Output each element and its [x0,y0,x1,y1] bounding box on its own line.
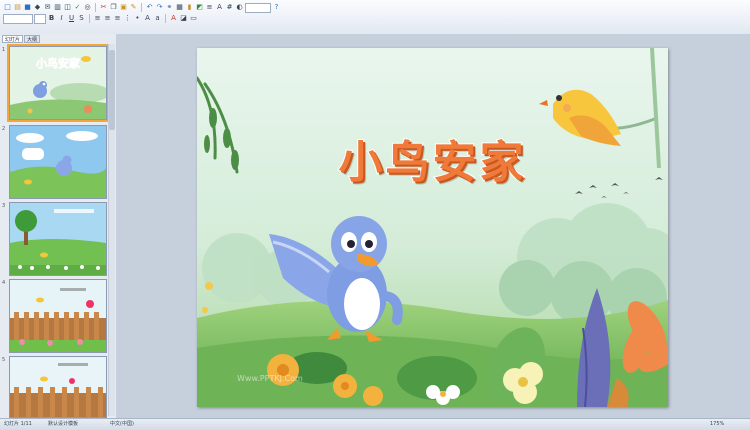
slide-1-title: 小鸟安家 [35,56,81,70]
show-formatting-icon[interactable]: A [215,3,224,12]
slide-editor: 小鸟安家 Www.PPTKJ.Com [116,34,750,418]
slide-thumbnail-image[interactable] [9,356,107,418]
slides-pane: 幻灯片 大纲 1 小鸟安家 2 3 4 5 [0,34,117,418]
open-icon[interactable]: ▤ [13,3,22,12]
slide-4-preview [10,280,106,352]
format-painter-icon[interactable]: ✎ [129,3,138,12]
research-icon[interactable]: ◎ [83,3,92,12]
font-select[interactable] [3,13,33,24]
toolbar: □ ▤ ■ ◆ ✉ ▥ ◫ ✓ ◎ ✂ ❐ ▣ ✎ ↶ ↷ ⚭ ▦ ▮ ◩ ≡ … [0,0,750,35]
slide-thumbnail-image[interactable] [9,202,107,276]
new-slide-icon[interactable]: ▭ [189,14,198,23]
slide-thumbnail-image[interactable] [9,125,107,199]
decrease-font-icon[interactable]: a [153,14,162,23]
language-indicator: 中文(中国) [110,421,134,427]
pane-tabs: 幻灯片 大纲 [2,35,41,43]
undo-icon[interactable]: ↶ [145,3,154,12]
toolbar-separator [141,3,142,12]
expand-icon[interactable]: ≡ [205,3,214,12]
new-icon[interactable]: □ [3,3,12,12]
print-icon[interactable]: ▥ [53,3,62,12]
increase-font-icon[interactable]: A [143,14,152,23]
zoom-select[interactable] [245,2,271,13]
spell-icon[interactable]: ✓ [73,3,82,12]
align-left-icon[interactable]: ≡ [93,14,102,23]
slide-1-preview: 小鸟安家 [10,47,106,119]
slide-illustration [197,48,668,407]
chart-icon[interactable]: ▮ [185,3,194,12]
zoom-level[interactable]: 175% [710,419,724,430]
insert-icon[interactable]: ◩ [195,3,204,12]
slide-number: 5 [2,357,6,363]
design-icon[interactable]: ◪ [179,14,188,23]
align-center-icon[interactable]: ≡ [103,14,112,23]
slide-number: 4 [2,280,6,286]
cut-icon[interactable]: ✂ [99,3,108,12]
slide-thumbnail-image[interactable] [9,279,107,353]
slide-title[interactable]: 小鸟安家 [197,126,668,190]
tab-slides[interactable]: 幻灯片 [2,35,24,43]
email-icon[interactable]: ✉ [43,3,52,12]
slide-number: 1 [2,47,6,53]
preview-icon[interactable]: ◫ [63,3,72,12]
color-grayscale-icon[interactable]: ◐ [235,3,244,12]
hyperlink-icon[interactable]: ⚭ [165,3,174,12]
bullets-icon[interactable]: • [133,14,142,23]
italic-icon[interactable]: I [57,14,66,23]
slide-3-preview [10,203,106,275]
slide-number: 2 [2,126,6,132]
current-slide[interactable]: 小鸟安家 Www.PPTKJ.Com [197,48,668,407]
watermark: Www.PPTKJ.Com [237,374,303,383]
bold-icon[interactable]: B [47,14,56,23]
paste-icon[interactable]: ▣ [119,3,128,12]
status-bar: 幻灯片 1/11 默认设计模板 中文(中国) 175% [0,418,750,430]
help-icon[interactable]: ? [272,3,281,12]
slide-number: 3 [2,203,6,209]
toolbar-separator [165,14,166,23]
slide-2-preview [10,126,106,198]
scrollbar-thumb[interactable] [109,50,115,130]
toolbar-row-formatting: B I U S ≡ ≡ ≡ ⋮ • A a A ◪ ▭ [3,13,198,24]
grid-icon[interactable]: # [225,3,234,12]
underline-icon[interactable]: U [67,14,76,23]
toolbar-separator [95,3,96,12]
numbering-icon[interactable]: ⋮ [123,14,132,23]
slides-scrollbar[interactable] [108,44,115,416]
font-color-icon[interactable]: A [169,14,178,23]
shadow-icon[interactable]: S [77,14,86,23]
save-icon[interactable]: ■ [23,3,32,12]
redo-icon[interactable]: ↷ [155,3,164,12]
slide-5-preview [10,357,106,417]
slide-thumbnail-image[interactable]: 小鸟安家 [7,44,109,122]
toolbar-row-standard: □ ▤ ■ ◆ ✉ ▥ ◫ ✓ ◎ ✂ ❐ ▣ ✎ ↶ ↷ ⚭ ▦ ▮ ◩ ≡ … [3,2,281,13]
table-icon[interactable]: ▦ [175,3,184,12]
permission-icon[interactable]: ◆ [33,3,42,12]
align-right-icon[interactable]: ≡ [113,14,122,23]
copy-icon[interactable]: ❐ [109,3,118,12]
slide-count: 幻灯片 1/11 [4,421,32,427]
font-size-select[interactable] [34,13,46,24]
design-template-name: 默认设计模板 [48,421,79,427]
tab-outline[interactable]: 大纲 [24,35,41,43]
toolbar-separator [89,14,90,23]
